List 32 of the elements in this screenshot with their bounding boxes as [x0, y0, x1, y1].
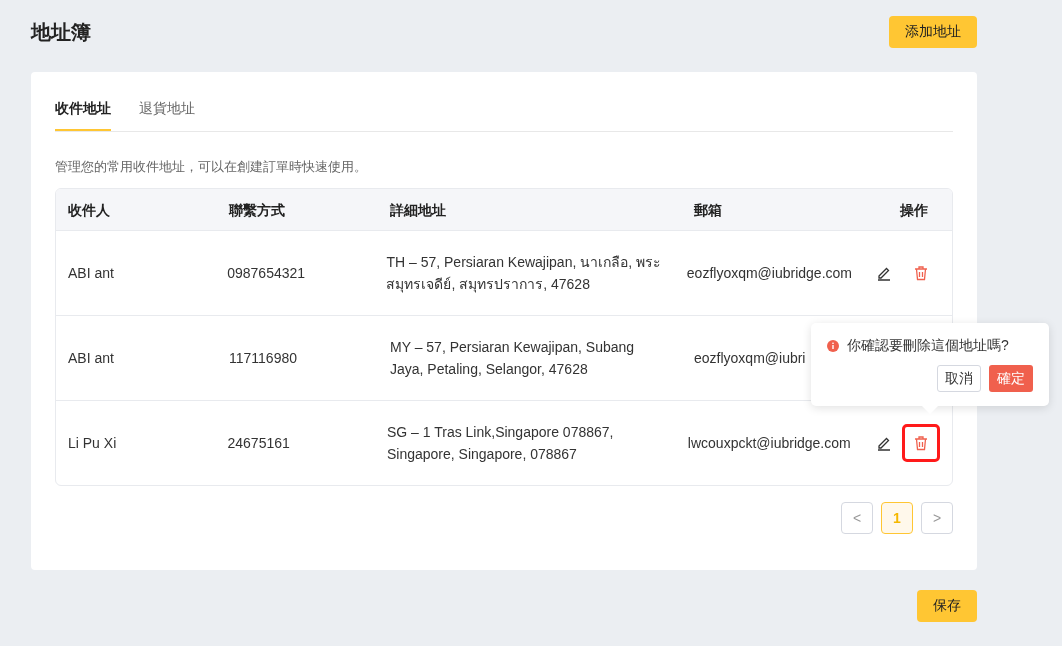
save-button[interactable]: 保存: [917, 590, 977, 622]
column-header: 收件人: [67, 200, 111, 220]
table-cell-text: lwcouxpckt@iubridge.com: [686, 434, 852, 453]
table-cell-text: ABI ant: [67, 264, 115, 283]
cancel-button[interactable]: 取消: [937, 365, 981, 392]
table-cell-text: eozflyoxqm@iubridge.com: [685, 264, 853, 283]
column-header: 操作: [899, 200, 929, 220]
edit-icon[interactable]: [876, 265, 892, 281]
table-cell-text: ABI ant: [67, 349, 115, 368]
confirm-button[interactable]: 確定: [989, 365, 1033, 392]
add-address-button[interactable]: 添加地址: [889, 16, 977, 48]
table-cell-text: Li Pu Xi: [67, 434, 118, 453]
table-cell-text: 117116980: [228, 349, 298, 368]
edit-icon[interactable]: [876, 435, 892, 451]
delete-button[interactable]: [902, 424, 940, 462]
table-cell-text: TH – 57, Persiaran Kewajipan, นาเกลือ, พระสมุทรเจดีย์, สมุทรปราการ, 47628: [385, 253, 662, 295]
table-cell-text: eozflyoxqm@iubri: [693, 349, 807, 368]
trash-icon: [913, 265, 929, 281]
page-title: 地址簿: [31, 19, 91, 45]
confirm-message: 你確認要刪除這個地址嗎?: [847, 337, 1009, 355]
tab[interactable]: 退貨地址: [139, 88, 195, 131]
table-cell-text: 24675161: [226, 434, 291, 453]
info-icon: [827, 340, 839, 352]
table-cell-text: SG – 1 Tras Link,Singapore 078867, Singapore, Singapore, 078867: [385, 423, 615, 464]
column-header: 聯繫方式: [227, 200, 286, 220]
description-text: 管理您的常用收件地址，可以在創建訂單時快速使用。: [55, 158, 368, 176]
table-cell-text: MY – 57, Persiaran Kewajipan, Subang Jaya, Petaling, Selangor, 47628: [389, 338, 636, 379]
table-cell-text: 0987654321: [226, 264, 307, 283]
column-header: 詳細地址: [389, 200, 447, 220]
column-header: 郵箱: [693, 200, 723, 220]
tab[interactable]: 收件地址: [55, 88, 111, 131]
trash-icon: [913, 435, 929, 451]
